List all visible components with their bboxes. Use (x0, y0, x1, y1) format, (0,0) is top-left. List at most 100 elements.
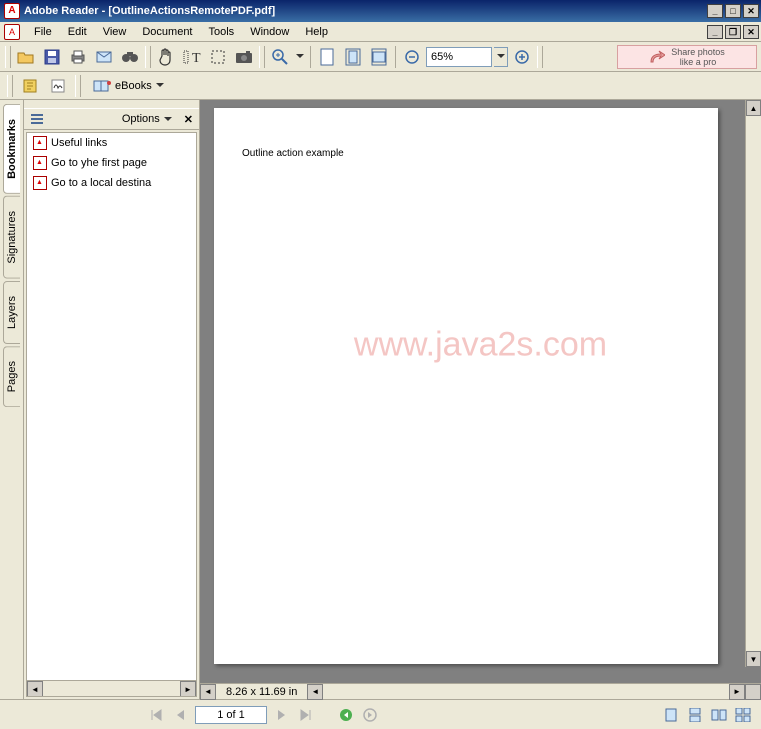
tab-pages[interactable]: Pages (3, 346, 20, 407)
bookmark-item[interactable]: Go to a local destina (27, 173, 196, 193)
menu-tools[interactable]: Tools (201, 24, 243, 40)
document-icon: A (4, 24, 20, 40)
print-button[interactable] (66, 45, 90, 69)
bookmarks-scrollbar[interactable]: ◄ ► (27, 680, 196, 696)
bookmarks-panel: Options ✕ Useful links Go to yhe first p… (24, 100, 200, 699)
menu-view[interactable]: View (95, 24, 135, 40)
toolbar-grip[interactable] (75, 75, 81, 97)
toolbar-grip[interactable] (5, 46, 11, 68)
bookmark-label: Useful links (51, 137, 107, 149)
scroll-track[interactable] (43, 681, 180, 696)
zoom-field[interactable]: 65% (426, 47, 492, 67)
toolbar-grip[interactable] (145, 46, 151, 68)
main-toolbar: T 65% Share photos like a pro (0, 42, 761, 72)
doc-minimize-button[interactable]: _ (707, 25, 723, 39)
share-line2: like a pro (671, 57, 725, 67)
tab-bookmarks[interactable]: Bookmarks (3, 104, 20, 194)
ebooks-button[interactable]: eBooks (86, 75, 171, 97)
review-button[interactable] (18, 74, 42, 98)
minimize-button[interactable]: _ (707, 4, 723, 18)
page: Outline action example (214, 108, 718, 664)
app-icon: A (4, 3, 20, 19)
resize-grip[interactable] (745, 684, 761, 700)
email-button[interactable] (92, 45, 116, 69)
open-button[interactable] (14, 45, 38, 69)
zoom-in-small-button[interactable] (510, 45, 534, 69)
marquee-icon (210, 49, 226, 65)
zoom-value: 65% (431, 51, 453, 63)
facing-button[interactable] (709, 706, 729, 724)
menu-window[interactable]: Window (242, 24, 297, 40)
zoom-in-button[interactable] (268, 45, 292, 69)
menu-document[interactable]: Document (134, 24, 200, 40)
scroll-down-button[interactable]: ▼ (746, 651, 761, 667)
last-page-button[interactable] (297, 706, 315, 724)
hand-tool-button[interactable] (154, 45, 178, 69)
text-select-button[interactable]: T (180, 45, 204, 69)
options-menu[interactable]: Options (122, 113, 172, 125)
share-line1: Share photos (671, 47, 725, 57)
hand-icon (158, 48, 174, 66)
panel-close-button[interactable]: ✕ (184, 113, 193, 126)
scroll-track[interactable] (746, 116, 761, 651)
single-page-button[interactable] (661, 706, 681, 724)
horizontal-scrollbar[interactable]: ◄ 8.26 x 11.69 in ◄ ► (200, 683, 761, 699)
first-page-button[interactable] (147, 706, 165, 724)
zoom-dropdown[interactable] (494, 47, 508, 67)
bookmark-label: Go to a local destina (51, 177, 151, 189)
vertical-scrollbar[interactable]: ▲ ▼ (745, 100, 761, 667)
select-tool-button[interactable] (206, 45, 230, 69)
zoom-dropdown-button[interactable] (294, 45, 306, 69)
scroll-left-inner-button[interactable]: ◄ (307, 684, 323, 700)
save-button[interactable] (40, 45, 64, 69)
menu-bar: A File Edit View Document Tools Window H… (0, 22, 761, 42)
search-button[interactable] (118, 45, 142, 69)
fit-page-button[interactable] (341, 45, 365, 69)
back-button[interactable] (337, 706, 355, 724)
close-button[interactable]: ✕ (743, 4, 759, 18)
scroll-left-button[interactable]: ◄ (27, 681, 43, 697)
prev-page-button[interactable] (171, 706, 189, 724)
bookmark-item[interactable]: Go to yhe first page (27, 153, 196, 173)
tab-signatures[interactable]: Signatures (3, 196, 20, 279)
bookmark-label: Go to yhe first page (51, 157, 147, 169)
chevron-down-icon (296, 54, 304, 59)
ebooks-icon (93, 79, 111, 93)
scroll-right-button[interactable]: ► (729, 684, 745, 700)
toolbar-grip[interactable] (7, 75, 13, 97)
forward-button[interactable] (361, 706, 379, 724)
snapshot-button[interactable] (232, 45, 256, 69)
page-size-label: 8.26 x 11.69 in (216, 686, 307, 698)
tab-layers[interactable]: Layers (3, 281, 20, 344)
menu-edit[interactable]: Edit (60, 24, 95, 40)
next-page-button[interactable] (273, 706, 291, 724)
menu-help[interactable]: Help (297, 24, 336, 40)
scroll-right-button[interactable]: ► (180, 681, 196, 697)
binoculars-icon (121, 50, 139, 64)
scroll-up-button[interactable]: ▲ (746, 100, 761, 116)
zoom-out-button[interactable] (400, 45, 424, 69)
first-page-icon (150, 709, 162, 721)
actual-size-button[interactable] (315, 45, 339, 69)
fit-width-button[interactable] (367, 45, 391, 69)
maximize-button[interactable]: □ (725, 4, 741, 18)
bookmark-item[interactable]: Useful links (27, 133, 196, 153)
continuous-button[interactable] (685, 706, 705, 724)
bookmarks-list: Useful links Go to yhe first page Go to … (26, 132, 197, 697)
share-photos-panel[interactable]: Share photos like a pro (617, 45, 757, 69)
folder-open-icon (17, 50, 35, 64)
sign-button[interactable] (46, 74, 70, 98)
menu-file[interactable]: File (26, 24, 60, 40)
page-number-field[interactable]: 1 of 1 (195, 706, 267, 724)
continuous-facing-button[interactable] (733, 706, 753, 724)
toolbar-grip[interactable] (259, 46, 265, 68)
bookmark-icon (33, 156, 47, 170)
scroll-left-button[interactable]: ◄ (200, 684, 216, 700)
page-navigation: 1 of 1 (147, 706, 379, 724)
toolbar-grip[interactable] (537, 46, 543, 68)
facing-icon (711, 709, 727, 721)
doc-restore-button[interactable]: ❐ (725, 25, 741, 39)
document-canvas[interactable]: Outline action example www.java2s.com ▲ … (200, 100, 761, 683)
secondary-toolbar: eBooks (0, 72, 761, 100)
doc-close-button[interactable]: ✕ (743, 25, 759, 39)
